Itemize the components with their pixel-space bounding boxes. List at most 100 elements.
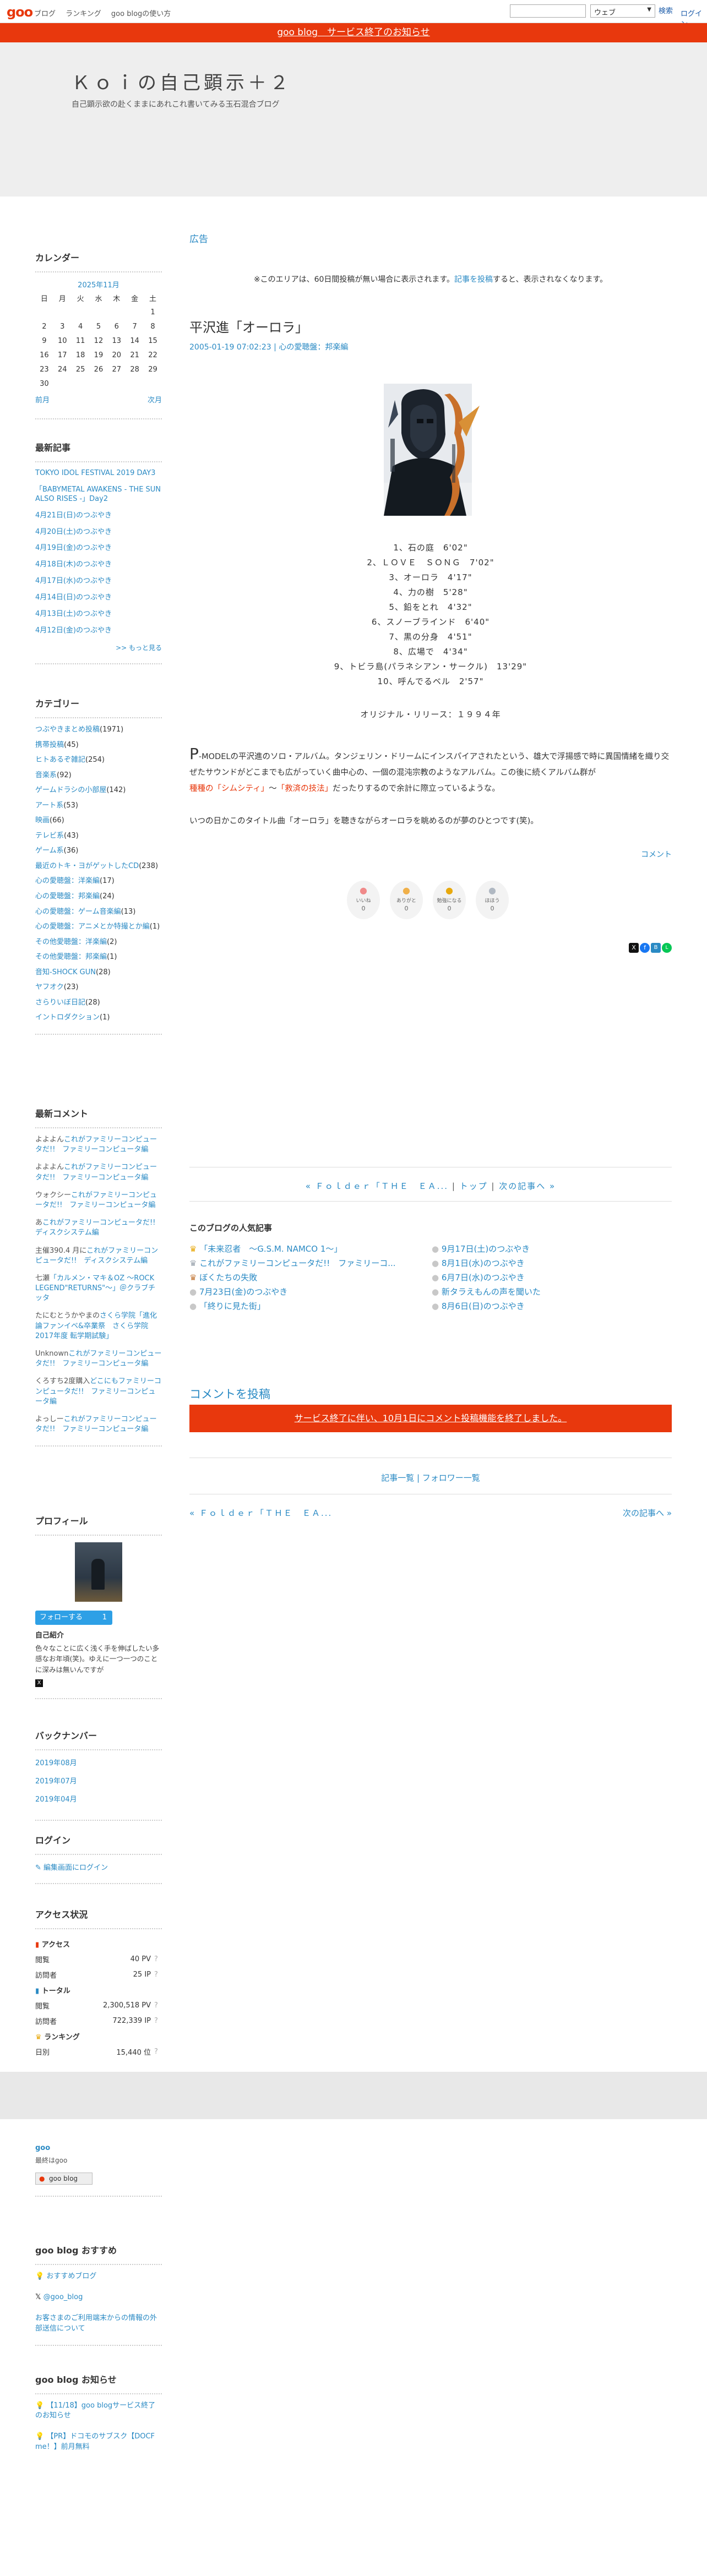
help-icon[interactable]: ? bbox=[154, 1967, 162, 1982]
comment-link[interactable]: コメント bbox=[641, 849, 672, 860]
calendar-day[interactable]: 9 bbox=[35, 334, 53, 348]
category-link[interactable]: アート系 bbox=[35, 801, 63, 810]
category-link[interactable]: イントロダクション bbox=[35, 1013, 100, 1022]
category-link[interactable]: ゲームドラシの小部屋 bbox=[35, 786, 106, 794]
calendar-day[interactable]: 21 bbox=[126, 348, 144, 362]
calendar-day[interactable]: 20 bbox=[107, 348, 126, 362]
goo-label[interactable]: goo bbox=[35, 2144, 162, 2152]
calendar-day[interactable]: 10 bbox=[53, 334, 72, 348]
calendar-day[interactable]: 23 bbox=[35, 362, 53, 376]
footer-links[interactable]: 記事一覧 | フォロワー一覧 bbox=[189, 1472, 672, 1483]
recent-post-link[interactable]: 4月19日(金)のつぶやき bbox=[35, 544, 162, 553]
calendar-day[interactable]: 29 bbox=[144, 362, 162, 376]
recent-post-link[interactable]: 4月14日(日)のつぶやき bbox=[35, 593, 162, 603]
hatena-icon[interactable]: B bbox=[651, 943, 661, 953]
nav-ranking[interactable]: ランキング bbox=[66, 10, 101, 18]
x-share-icon[interactable]: X bbox=[629, 943, 639, 953]
category-link[interactable]: その他愛聴盤：邦楽編 bbox=[35, 953, 107, 961]
comment-closed-notice[interactable]: サービス終了に伴い、10月1日にコメント投稿機能を終了しました。 bbox=[189, 1405, 672, 1432]
news-item[interactable]: 💡 【PR】ドコモのサブスク【DOCF me！】前月無料 bbox=[35, 2432, 162, 2452]
backnumber-scroll[interactable]: 2019年08月2019年07月2019年04月2019年03月 bbox=[35, 1757, 162, 1809]
category-link[interactable]: ヒトあるぞ雑記 bbox=[35, 756, 85, 764]
category-link[interactable]: 心の愛聴盤：アニメとか特撮とか編 bbox=[35, 923, 150, 931]
recent-post-link[interactable]: 4月12日(金)のつぶやき bbox=[35, 626, 162, 636]
recent-post-link[interactable]: 4月17日(水)のつぶやき bbox=[35, 577, 162, 586]
calendar-day[interactable]: 18 bbox=[72, 348, 90, 362]
footer-next-link[interactable]: 次の記事へ » bbox=[623, 1507, 672, 1519]
help-icon[interactable]: ? bbox=[154, 2013, 162, 2028]
osusume-item[interactable]: 𝕏 @goo_blog bbox=[35, 2293, 162, 2302]
help-icon[interactable]: ? bbox=[154, 2044, 162, 2059]
prev-entry-link[interactable]: « Ｆｏｌｄｅｒ「ＴＨＥ ＥＡ... bbox=[306, 1181, 448, 1191]
calendar-day[interactable]: 16 bbox=[35, 348, 53, 362]
goo-blog-badge[interactable]: ● goo blog bbox=[35, 2173, 93, 2185]
calendar-day[interactable]: 28 bbox=[126, 362, 144, 376]
comment-entry-link[interactable]: 「カルメン・マキ＆OZ ～ROCK LEGEND"RETURNS"～」＠クラブチ… bbox=[35, 1274, 155, 1302]
backnumber-link[interactable]: 2019年04月 bbox=[35, 1793, 162, 1804]
nav-blog[interactable]: ブログ bbox=[34, 10, 56, 18]
popular-item[interactable]: ♛ ぼくたちの失敗 bbox=[189, 1271, 426, 1286]
category-link[interactable]: ヤフオク bbox=[35, 983, 64, 991]
calendar-day[interactable]: 5 bbox=[90, 319, 108, 334]
category-link[interactable]: テレビ系 bbox=[35, 832, 64, 840]
calendar-day[interactable]: 14 bbox=[126, 334, 144, 348]
popular-item[interactable]: ● 7月23日(金)のつぶやき bbox=[189, 1286, 426, 1300]
calendar-day[interactable]: 19 bbox=[90, 348, 108, 362]
more-link[interactable]: >> もっと見る bbox=[35, 643, 162, 652]
category-link[interactable]: 携帯投稿 bbox=[35, 741, 64, 749]
album-cover[interactable] bbox=[362, 384, 490, 516]
reaction-button[interactable]: ● ありがと 0 bbox=[390, 881, 423, 919]
category-link[interactable]: その他愛聴盤：洋楽編 bbox=[35, 938, 107, 946]
profile-avatar[interactable] bbox=[75, 1542, 122, 1602]
calendar-day[interactable]: 24 bbox=[53, 362, 72, 376]
backnumber-link[interactable]: 2019年07月 bbox=[35, 1775, 162, 1786]
help-icon[interactable]: ? bbox=[154, 1951, 162, 1967]
facebook-icon[interactable]: f bbox=[640, 943, 650, 953]
calendar-day[interactable]: 26 bbox=[90, 362, 108, 376]
calendar-day[interactable]: 2 bbox=[35, 319, 53, 334]
popular-item[interactable]: ♛ これがファミリーコンピュータだ!! ファミリーコ... bbox=[189, 1257, 426, 1271]
search-input[interactable] bbox=[510, 4, 586, 18]
category-link[interactable]: ゲーム系 bbox=[35, 847, 64, 855]
calendar-day[interactable]: 6 bbox=[107, 319, 126, 334]
help-icon[interactable]: ? bbox=[154, 1998, 162, 2013]
recent-post-link[interactable]: 「BABYMETAL AWAKENS - THE SUN ALSO RISES … bbox=[35, 485, 162, 504]
popular-item[interactable]: ● 新タラえもんの声を聞いた bbox=[432, 1286, 672, 1300]
comment-entry-link[interactable]: これがファミリーコンピュータだ!! ディスクシステム編 bbox=[35, 1219, 162, 1237]
line-icon[interactable]: L bbox=[662, 943, 672, 953]
reaction-button[interactable]: ● 勉強になる 0 bbox=[433, 881, 466, 919]
category-link[interactable]: 最近のトキ・ヨがゲットしたCD bbox=[35, 862, 139, 870]
category-link[interactable]: つぶやきまとめ投稿 bbox=[35, 725, 100, 734]
entry-title[interactable]: 平沢進「オーロラ」 bbox=[189, 316, 672, 336]
calendar-day[interactable]: 4 bbox=[72, 319, 90, 334]
popular-item[interactable]: ● 8月1日(水)のつぶやき bbox=[432, 1257, 672, 1271]
recent-post-link[interactable]: 4月13日(土)のつぶやき bbox=[35, 610, 162, 619]
category-link[interactable]: 心の愛聴盤：ゲーム音楽編 bbox=[35, 908, 121, 916]
category-link[interactable]: 心の愛聴盤：洋楽編 bbox=[35, 877, 100, 885]
calendar-day[interactable]: 17 bbox=[53, 348, 72, 362]
calendar-day[interactable]: 8 bbox=[144, 319, 162, 334]
category-link[interactable]: さらりいぼ日記 bbox=[35, 998, 85, 1007]
nav-howto[interactable]: goo blogの使い方 bbox=[111, 10, 171, 18]
calendar-day[interactable]: 12 bbox=[90, 334, 108, 348]
popular-item[interactable]: ● 9月17日(土)のつぶやき bbox=[432, 1243, 672, 1257]
x-icon[interactable]: X bbox=[35, 1679, 43, 1688]
news-item[interactable]: 💡 【11/18】goo blogサービス終了のお知らせ bbox=[35, 2401, 162, 2421]
goo-logo[interactable]: goo bbox=[7, 4, 33, 20]
osusume-item[interactable]: お客さまのご利用端末からの情報の外部送信について bbox=[35, 2313, 162, 2333]
service-end-notice[interactable]: goo blog サービス終了のお知らせ bbox=[0, 23, 707, 42]
reaction-button[interactable]: ● ほほう 0 bbox=[476, 881, 509, 919]
backnumber-link[interactable]: 2019年08月 bbox=[35, 1757, 162, 1767]
entry-category[interactable]: 心の愛聴盤：邦楽編 bbox=[279, 343, 348, 352]
top-link[interactable]: トップ bbox=[460, 1181, 488, 1191]
next-entry-link[interactable]: 次の記事へ » bbox=[499, 1181, 556, 1191]
calendar-day[interactable]: 7 bbox=[126, 319, 144, 334]
recent-post-link[interactable]: 4月21日(日)のつぶやき bbox=[35, 511, 162, 521]
blog-title[interactable]: Ｋｏｉの自己顕示＋２ bbox=[72, 68, 292, 95]
calendar-day[interactable]: 1 bbox=[144, 305, 162, 319]
follow-button[interactable]: フォローする 1 bbox=[35, 1611, 112, 1625]
calendar-day[interactable]: 30 bbox=[35, 376, 53, 391]
edit-login-link[interactable]: ✎ 編集画面にログイン bbox=[35, 1862, 162, 1872]
search-scope-select[interactable]: ウェブ ▼ bbox=[590, 4, 655, 18]
popular-item[interactable]: ● 6月7日(水)のつぶやき bbox=[432, 1271, 672, 1286]
